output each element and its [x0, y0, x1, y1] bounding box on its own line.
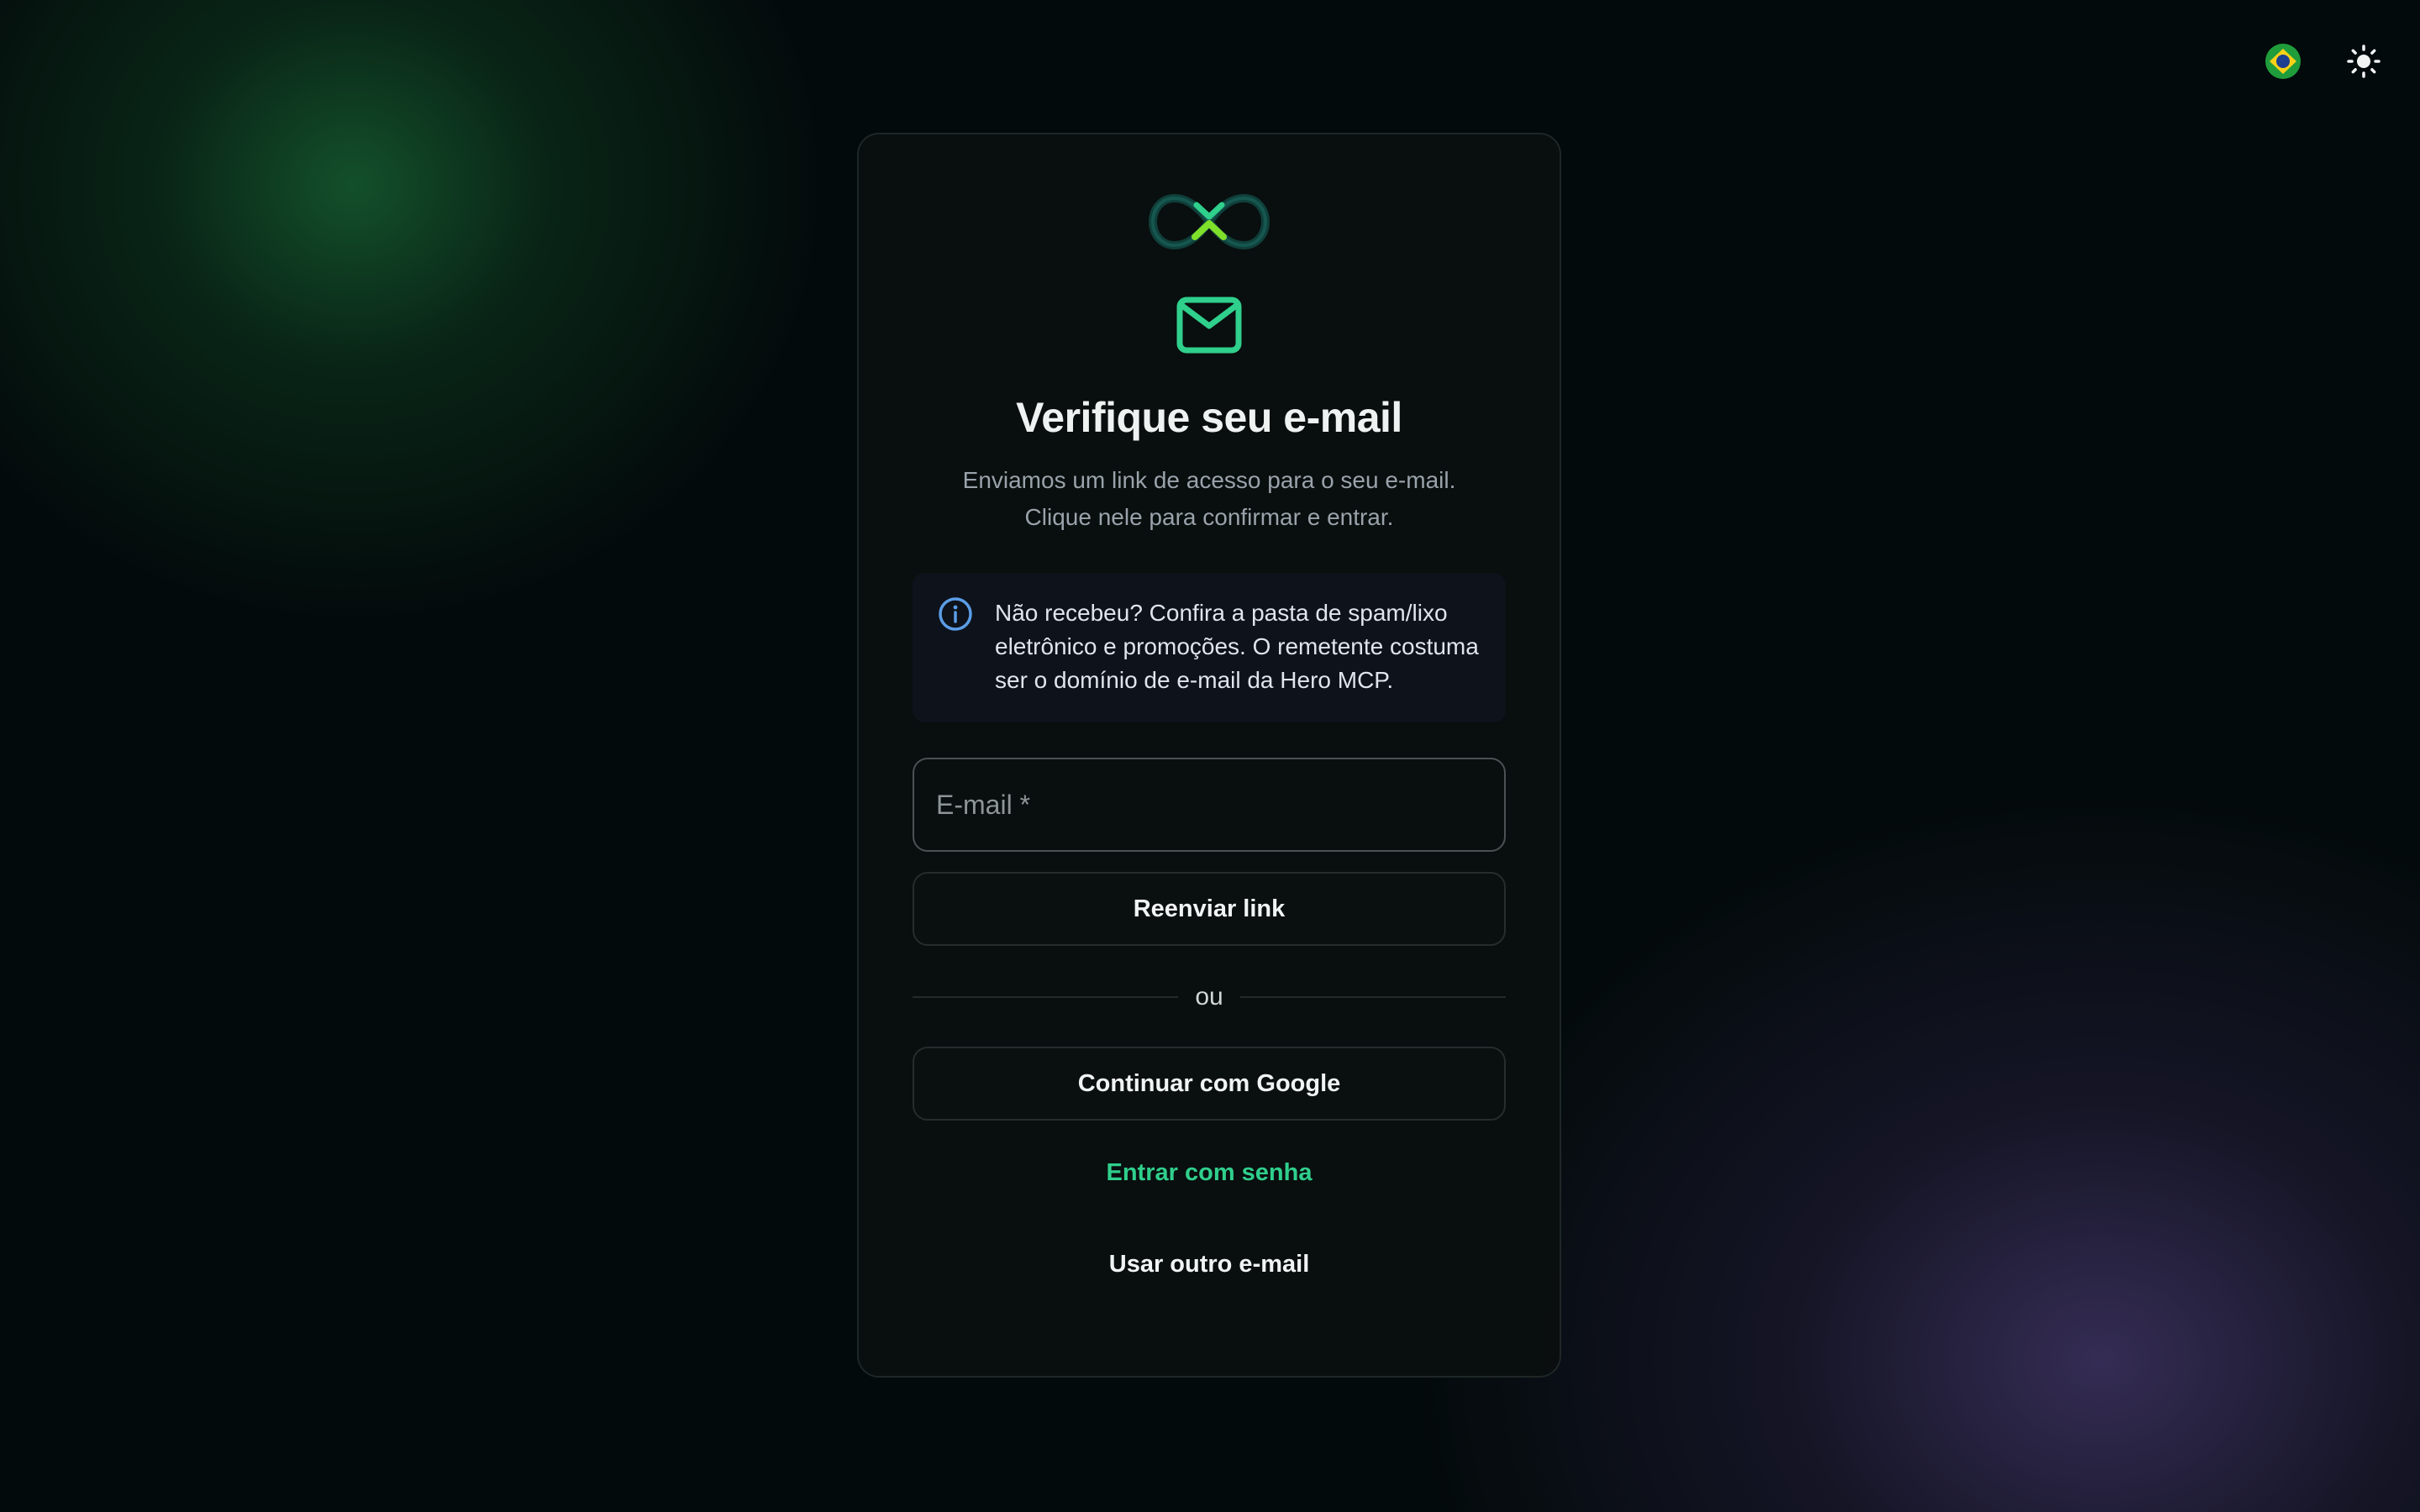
info-alert: Não recebeu? Confira a pasta de spam/lix… [913, 573, 1506, 722]
divider-line-right [1239, 996, 1506, 998]
divider-text: ou [1195, 983, 1223, 1011]
info-icon [939, 597, 972, 631]
verify-email-card: Verifique seu e-mail Enviamos um link de… [857, 133, 1561, 1378]
top-controls [2264, 42, 2383, 81]
continue-with-google-button[interactable]: Continuar com Google [913, 1047, 1506, 1121]
divider: ou [913, 983, 1506, 1011]
page-title: Verifique seu e-mail [1016, 394, 1402, 441]
info-text: Não recebeu? Confira a pasta de spam/lix… [995, 600, 1479, 693]
use-other-email-link[interactable]: Usar outro e-mail [1109, 1251, 1310, 1278]
infinity-logo-icon [1148, 193, 1270, 250]
divider-line-left [913, 996, 1179, 998]
resend-link-button[interactable]: Reenviar link [913, 872, 1506, 946]
theme-toggle-button[interactable] [2344, 42, 2383, 81]
subtitle: Enviamos um link de acesso para o seu e-… [963, 462, 1456, 536]
mail-envelope-icon [1176, 297, 1242, 354]
brazil-flag-icon [2265, 44, 2301, 79]
sun-icon [2347, 45, 2381, 78]
subtitle-line-1: Enviamos um link de acesso para o seu e-… [962, 467, 1456, 493]
sign-in-with-password-link[interactable]: Entrar com senha [1107, 1159, 1313, 1187]
email-field[interactable] [913, 758, 1506, 852]
subtitle-line-2: Clique nele para confirmar e entrar. [1024, 504, 1394, 530]
language-button[interactable] [2264, 42, 2302, 81]
